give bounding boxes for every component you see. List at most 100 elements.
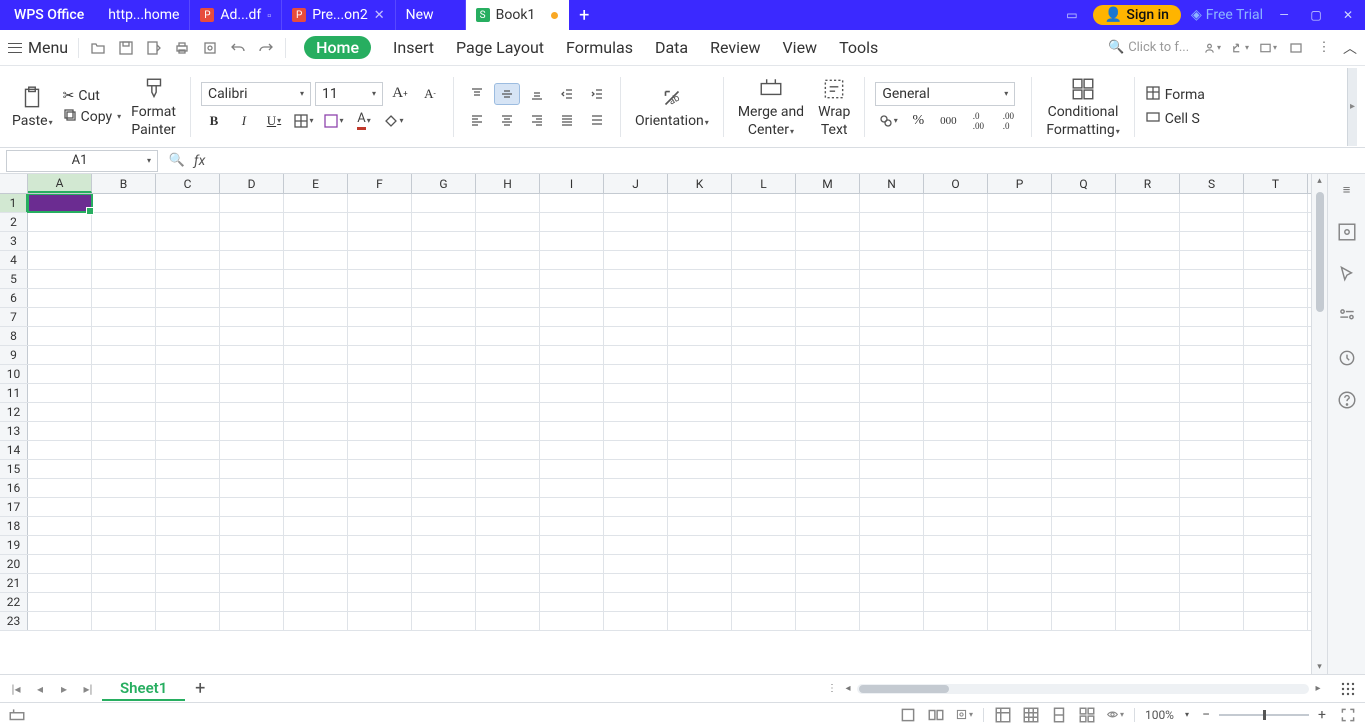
grid-cell[interactable] xyxy=(92,346,156,364)
grid-cell[interactable] xyxy=(220,365,284,383)
grid-cell[interactable] xyxy=(1116,460,1180,478)
grid-cell[interactable] xyxy=(604,194,668,212)
grid-cell[interactable] xyxy=(988,574,1052,592)
column-header[interactable]: R xyxy=(1116,174,1180,193)
grid-cell[interactable] xyxy=(220,289,284,307)
grid-cell[interactable] xyxy=(1052,289,1116,307)
add-sheet-button[interactable]: + xyxy=(189,678,211,700)
customize-status-icon[interactable] xyxy=(8,706,26,724)
grid-cell[interactable] xyxy=(988,460,1052,478)
grid-cell[interactable] xyxy=(1180,251,1244,269)
row-header[interactable]: 19 xyxy=(0,536,28,554)
grid-cell[interactable] xyxy=(796,232,860,250)
grid-cell[interactable] xyxy=(412,213,476,231)
italic-button[interactable]: I xyxy=(231,110,257,132)
column-header[interactable]: T xyxy=(1244,174,1308,193)
grid-cell[interactable] xyxy=(284,213,348,231)
grid-cell[interactable] xyxy=(220,346,284,364)
window-switch-icon[interactable] xyxy=(1287,39,1305,57)
borders-button[interactable]: ▾ xyxy=(291,110,317,132)
grid-cell[interactable] xyxy=(220,422,284,440)
grid-cell[interactable] xyxy=(604,346,668,364)
grid-cell[interactable] xyxy=(220,593,284,611)
bold-button[interactable]: B xyxy=(201,110,227,132)
grid-cell[interactable] xyxy=(348,422,412,440)
grid-cell[interactable] xyxy=(28,479,92,497)
grid-cell[interactable] xyxy=(732,213,796,231)
grid-cell[interactable] xyxy=(860,327,924,345)
grid-cell[interactable] xyxy=(1180,536,1244,554)
grid-cell[interactable] xyxy=(1180,498,1244,516)
collapse-ribbon-button[interactable]: ︿ xyxy=(1343,38,1357,58)
grid-cell[interactable] xyxy=(284,232,348,250)
sheet-nav-next[interactable]: ▸ xyxy=(54,679,74,699)
grid-cell[interactable] xyxy=(156,498,220,516)
grid-cell[interactable] xyxy=(1116,289,1180,307)
grid-cell[interactable] xyxy=(924,403,988,421)
grid-cell[interactable] xyxy=(156,517,220,535)
view-fullscreen-icon[interactable] xyxy=(1078,706,1096,724)
grid-cell[interactable] xyxy=(1244,403,1308,421)
grid-cell[interactable] xyxy=(1244,422,1308,440)
grid-cell[interactable] xyxy=(1116,479,1180,497)
settings-icon[interactable] xyxy=(1337,306,1357,326)
column-header[interactable]: P xyxy=(988,174,1052,193)
grid-cell[interactable] xyxy=(92,536,156,554)
grid-cell[interactable] xyxy=(220,232,284,250)
grid-cell[interactable] xyxy=(156,232,220,250)
grid-cell[interactable] xyxy=(604,232,668,250)
menu-button[interactable]: Menu xyxy=(8,38,68,57)
new-tab-button[interactable]: + xyxy=(569,5,599,26)
grid-cell[interactable] xyxy=(1180,384,1244,402)
grid-cell[interactable] xyxy=(924,555,988,573)
grid-cell[interactable] xyxy=(28,574,92,592)
grid-cell[interactable] xyxy=(924,327,988,345)
grid-cell[interactable] xyxy=(732,555,796,573)
grid-cell[interactable] xyxy=(348,270,412,288)
grid-cell[interactable] xyxy=(92,498,156,516)
decrease-font-icon[interactable]: A- xyxy=(417,83,443,105)
grid-cell[interactable] xyxy=(796,517,860,535)
grid-cell[interactable] xyxy=(412,346,476,364)
grid-cell[interactable] xyxy=(924,574,988,592)
grid-cell[interactable] xyxy=(924,593,988,611)
grid-cell[interactable] xyxy=(988,308,1052,326)
grid-cell[interactable] xyxy=(732,441,796,459)
orientation-button[interactable]: ab Orientation▾ xyxy=(635,85,709,129)
grid-cell[interactable] xyxy=(668,498,732,516)
grid-cell[interactable] xyxy=(28,365,92,383)
grid-cell[interactable] xyxy=(156,479,220,497)
grid-cell[interactable] xyxy=(1180,232,1244,250)
percent-button[interactable]: % xyxy=(905,110,931,132)
grid-cell[interactable] xyxy=(412,593,476,611)
row-header[interactable]: 10 xyxy=(0,365,28,383)
grid-cell[interactable] xyxy=(92,403,156,421)
grid-cell[interactable] xyxy=(924,346,988,364)
grid-cell[interactable] xyxy=(92,384,156,402)
grid-cell[interactable] xyxy=(28,517,92,535)
grid-cell[interactable] xyxy=(668,422,732,440)
grid-cell[interactable] xyxy=(412,479,476,497)
grid-cell[interactable] xyxy=(1244,612,1308,630)
column-header[interactable]: N xyxy=(860,174,924,193)
close-window-button[interactable]: ✕ xyxy=(1337,8,1359,22)
grid-cell[interactable] xyxy=(1244,536,1308,554)
grid-cell[interactable] xyxy=(1244,498,1308,516)
grid-cell[interactable] xyxy=(1244,517,1308,535)
grid-cell[interactable] xyxy=(28,384,92,402)
formula-input[interactable] xyxy=(213,151,1355,171)
grid-cell[interactable] xyxy=(1052,612,1116,630)
grid-cell[interactable] xyxy=(796,593,860,611)
ribbon-tab-page-layout[interactable]: Page Layout xyxy=(456,38,544,57)
grid-cell[interactable] xyxy=(220,460,284,478)
grid-cell[interactable] xyxy=(1116,498,1180,516)
grid-cell[interactable] xyxy=(348,555,412,573)
zoom-formula-icon[interactable]: 🔍 xyxy=(168,152,186,170)
help-icon[interactable] xyxy=(1337,390,1357,410)
hscroll-left[interactable]: ◂ xyxy=(841,683,855,694)
grid-cell[interactable] xyxy=(1052,593,1116,611)
grid-cell[interactable] xyxy=(1244,365,1308,383)
grid-cell[interactable] xyxy=(1116,327,1180,345)
grid-cell[interactable] xyxy=(220,517,284,535)
grid-cell[interactable] xyxy=(860,194,924,212)
